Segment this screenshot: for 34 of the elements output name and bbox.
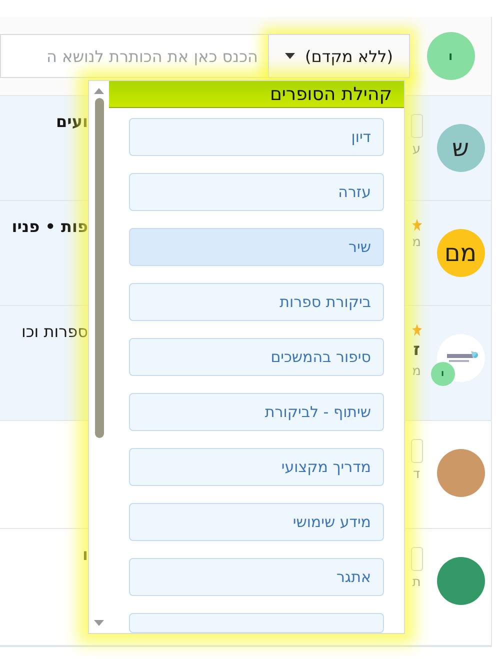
title-field[interactable]: הכנס כאן את הכותרת לנושא ה bbox=[0, 34, 268, 78]
user-avatar: ו bbox=[426, 32, 474, 80]
user-avatar: ו bbox=[430, 362, 454, 386]
prefix-option[interactable]: ביקורת ספרות bbox=[129, 283, 384, 321]
prefix-option[interactable]: אתגר bbox=[129, 558, 384, 596]
meta-text: מ bbox=[412, 235, 421, 250]
scroll-up-icon[interactable] bbox=[94, 88, 104, 94]
tag-badge bbox=[410, 547, 422, 571]
prefix-option[interactable]: מדריך מקצועי bbox=[129, 448, 384, 486]
star-icon bbox=[412, 324, 422, 336]
menu-group-header: קהילת הסופרים bbox=[109, 81, 404, 108]
prefix-option[interactable]: שיתוף - לביקורת bbox=[129, 393, 384, 431]
star-icon bbox=[412, 219, 422, 231]
meta-text: ז bbox=[413, 340, 420, 360]
user-avatar: מם bbox=[436, 229, 484, 277]
tag-badge bbox=[410, 439, 422, 463]
topic-title[interactable]: ספרות וכו bbox=[21, 322, 88, 341]
meta-text: ע bbox=[412, 142, 421, 157]
prefix-option[interactable]: סיפור בהמשכים bbox=[129, 338, 384, 376]
prefix-option[interactable]: מידע שימושי bbox=[129, 503, 384, 541]
meta-text: מ bbox=[412, 364, 421, 379]
prefix-option[interactable]: דיון bbox=[129, 118, 384, 156]
prefix-dropdown[interactable]: (ללא מקדם) bbox=[268, 34, 410, 78]
topic-title[interactable]: פות • פניו bbox=[12, 217, 88, 236]
caret-icon bbox=[284, 53, 295, 59]
scroll-down-icon[interactable] bbox=[94, 620, 104, 626]
meta-text: ד bbox=[412, 467, 420, 482]
tag-badge bbox=[410, 114, 422, 138]
topic-title[interactable]: ועים bbox=[56, 112, 88, 131]
user-avatar: ש bbox=[436, 124, 484, 172]
meta-text: ת bbox=[412, 575, 421, 590]
prefix-option[interactable]: עזרה bbox=[129, 173, 384, 211]
topic-title[interactable]: ו bbox=[82, 545, 88, 564]
prefix-option[interactable]: שיר bbox=[129, 228, 384, 266]
